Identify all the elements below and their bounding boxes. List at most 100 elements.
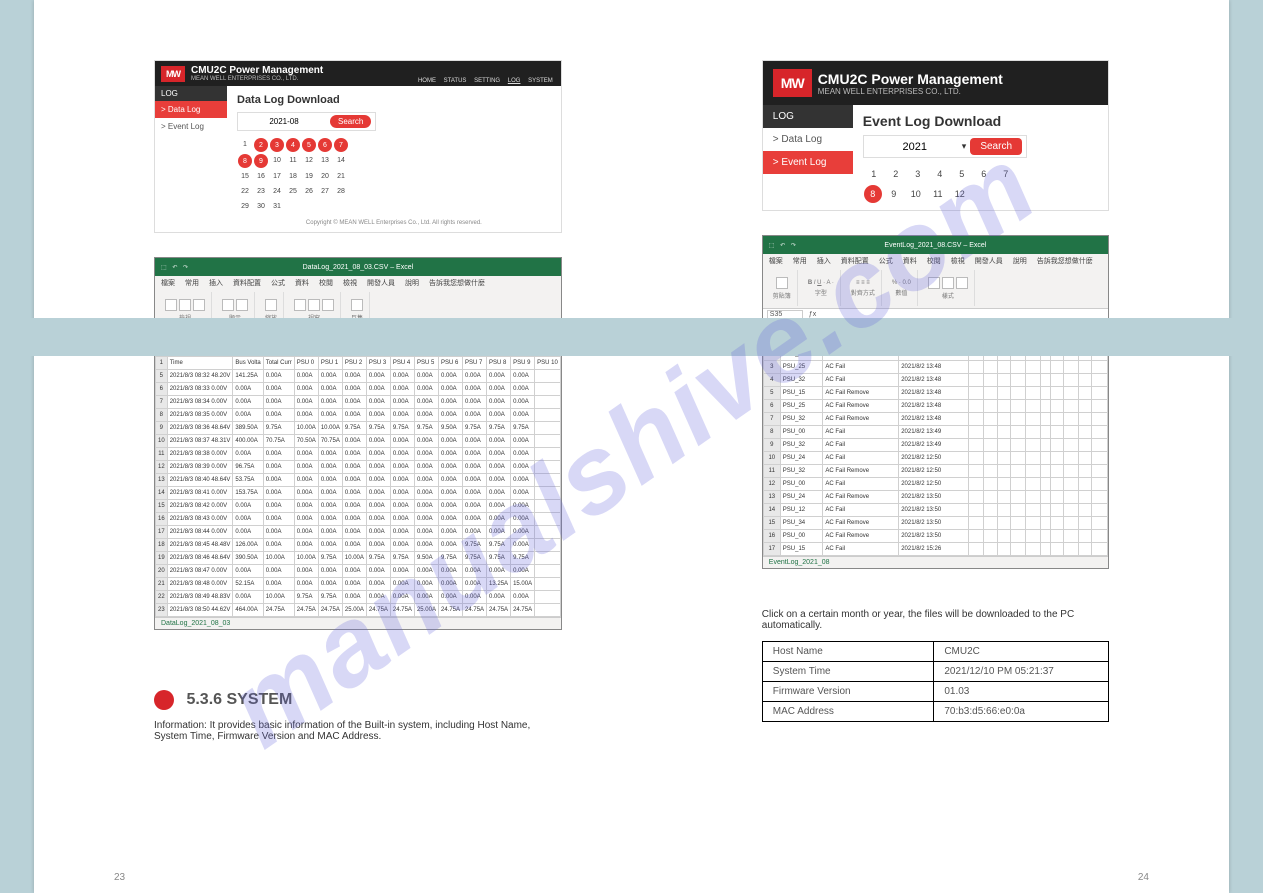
excel-menu-item[interactable]: 校閱 xyxy=(927,256,941,266)
spreadsheet-grid[interactable]: ABCDEFGHIJKLMN1TimeBus VoltaTotal CurrPS… xyxy=(155,343,561,617)
calendar-cell[interactable]: 2 xyxy=(885,164,907,184)
calendar-cell[interactable]: 7 xyxy=(334,138,348,152)
sheet-tab[interactable]: DataLog_2021_08_03 xyxy=(155,617,561,629)
period-input[interactable] xyxy=(868,140,962,154)
nav-setting[interactable]: SETTING xyxy=(474,78,500,84)
chevron-down-icon[interactable]: ▾ xyxy=(962,141,967,152)
calendar-cell[interactable]: 13 xyxy=(317,153,333,168)
calendar-cell[interactable]: 29 xyxy=(237,199,253,214)
sidebar-item-data-log[interactable]: > Data Log xyxy=(763,128,853,151)
brand-logo: MW xyxy=(773,69,812,97)
excel-menu-item[interactable]: 公式 xyxy=(271,278,285,288)
calendar-cell[interactable]: 17 xyxy=(269,169,285,184)
event-log-note: Click on a certain month or year, the fi… xyxy=(762,609,1109,631)
calendar-cell[interactable]: 26 xyxy=(301,184,317,199)
calendar-cell[interactable]: 8 xyxy=(864,185,882,203)
excel-menu-item[interactable]: 說明 xyxy=(405,278,419,288)
calendar-cell[interactable]: 15 xyxy=(237,169,253,184)
excel-menu-item[interactable]: 插入 xyxy=(817,256,831,266)
excel-menu-item[interactable]: 資料 xyxy=(903,256,917,266)
excel-menu-item[interactable]: 說明 xyxy=(1013,256,1027,266)
calendar-cell[interactable]: 2 xyxy=(254,138,268,152)
page-number-left: 23 xyxy=(114,872,125,883)
excel-menu-item[interactable]: 開發人員 xyxy=(975,256,1003,266)
nav-log[interactable]: LOG xyxy=(508,78,521,84)
page-title: Event Log Download xyxy=(863,113,1098,129)
calendar-cell[interactable]: 12 xyxy=(949,184,971,204)
excel-menu-item[interactable]: 檔案 xyxy=(769,256,783,266)
sidebar-item-event-log[interactable]: > Event Log xyxy=(763,151,853,174)
sidebar-item-data-log[interactable]: > Data Log xyxy=(155,101,227,118)
calendar-cell[interactable]: 4 xyxy=(286,138,300,152)
calendar-cell[interactable]: 16 xyxy=(253,169,269,184)
nav-status[interactable]: STATUS xyxy=(444,78,467,84)
excel-menu-item[interactable]: 告訴我您想做什麼 xyxy=(429,278,485,288)
nav-home[interactable]: HOME xyxy=(418,78,436,84)
search-button[interactable]: Search xyxy=(330,115,371,128)
calendar-cell[interactable]: 30 xyxy=(253,199,269,214)
sidebar-item-event-log[interactable]: > Event Log xyxy=(155,118,227,135)
calendar-cell[interactable]: 5 xyxy=(951,164,973,184)
calendar-cell[interactable]: 10 xyxy=(905,184,927,204)
search-button[interactable]: Search xyxy=(970,138,1022,155)
excel-menu-item[interactable]: 公式 xyxy=(879,256,893,266)
calendar-cell[interactable]: 7 xyxy=(995,164,1017,184)
calendar-cell xyxy=(333,199,349,214)
calendar-cell[interactable]: 22 xyxy=(237,184,253,199)
excel-menu-item[interactable]: 檢視 xyxy=(343,278,357,288)
calendar-cell[interactable]: 12 xyxy=(301,153,317,168)
save-icon[interactable]: ⬚ xyxy=(161,265,167,271)
calendar-cell[interactable]: 6 xyxy=(973,164,995,184)
calendar-cell[interactable]: 11 xyxy=(927,184,949,204)
period-input[interactable] xyxy=(242,116,326,127)
calendar-cell[interactable]: 20 xyxy=(317,169,333,184)
excel-menu-item[interactable]: 資料 xyxy=(295,278,309,288)
calendar-cell[interactable]: 25 xyxy=(285,184,301,199)
calendar-cell[interactable]: 9 xyxy=(883,184,905,204)
calendar-cell[interactable]: 23 xyxy=(253,184,269,199)
calendar-cell[interactable]: 28 xyxy=(333,184,349,199)
excel-menu-item[interactable]: 常用 xyxy=(185,278,199,288)
calendar-cell[interactable]: 1 xyxy=(237,137,253,152)
excel-menu-item[interactable]: 告訴我您想做什麼 xyxy=(1037,256,1093,266)
calendar-cell[interactable]: 9 xyxy=(254,154,268,168)
calendar-cell[interactable]: 19 xyxy=(301,169,317,184)
excel-menu-item[interactable]: 常用 xyxy=(793,256,807,266)
excel-menu-item[interactable]: 檔案 xyxy=(161,278,175,288)
calendar-cell[interactable]: 3 xyxy=(270,138,284,152)
redo-icon[interactable]: ↷ xyxy=(791,243,796,249)
calendar-cell[interactable]: 3 xyxy=(907,164,929,184)
calendar-cell[interactable]: 24 xyxy=(269,184,285,199)
excel-menu-item[interactable]: 檢視 xyxy=(951,256,965,266)
section-heading: 5.3.6 SYSTEM xyxy=(186,691,292,708)
calendar-cell[interactable]: 14 xyxy=(333,153,349,168)
calendar-cell[interactable]: 18 xyxy=(285,169,301,184)
calendar-cell[interactable]: 5 xyxy=(302,138,316,152)
calendar-cell[interactable]: 1 xyxy=(863,164,885,184)
excel-menu-item[interactable]: 開發人員 xyxy=(367,278,395,288)
calendar-cell[interactable]: 4 xyxy=(929,164,951,184)
calendar-cell[interactable]: 21 xyxy=(333,169,349,184)
undo-icon[interactable]: ↶ xyxy=(172,265,177,271)
excel-menu-item[interactable]: 插入 xyxy=(209,278,223,288)
redo-icon[interactable]: ↷ xyxy=(183,265,188,271)
calendar-cell[interactable]: 6 xyxy=(318,138,332,152)
spreadsheet-grid[interactable]: ABCDEFGHIJKLM1DeviceEventDate & Time2PSU… xyxy=(763,321,1108,556)
calendar-cell[interactable]: 11 xyxy=(285,153,301,168)
excel-menu-item[interactable]: 資料配置 xyxy=(233,278,261,288)
nav-system[interactable]: SYSTEM xyxy=(528,78,553,84)
undo-icon[interactable]: ↶ xyxy=(780,243,785,249)
fx-icon[interactable]: ƒx xyxy=(809,311,816,318)
page-number-right: 24 xyxy=(1138,872,1149,883)
calendar-cell[interactable]: 27 xyxy=(317,184,333,199)
section-bullet-icon xyxy=(154,690,174,710)
save-icon[interactable]: ⬚ xyxy=(769,243,775,249)
calendar-cell[interactable]: 8 xyxy=(238,154,252,168)
app-subtitle: MEAN WELL ENTERPRISES CO., LTD. xyxy=(818,87,1003,96)
excel-menu-item[interactable]: 資料配置 xyxy=(841,256,869,266)
calendar-cell[interactable]: 31 xyxy=(269,199,285,214)
app-title: CMU2C Power Management xyxy=(818,71,1003,87)
excel-menu-item[interactable]: 校閱 xyxy=(319,278,333,288)
sheet-tab[interactable]: EventLog_2021_08 xyxy=(763,556,1108,568)
calendar-cell[interactable]: 10 xyxy=(269,153,285,168)
